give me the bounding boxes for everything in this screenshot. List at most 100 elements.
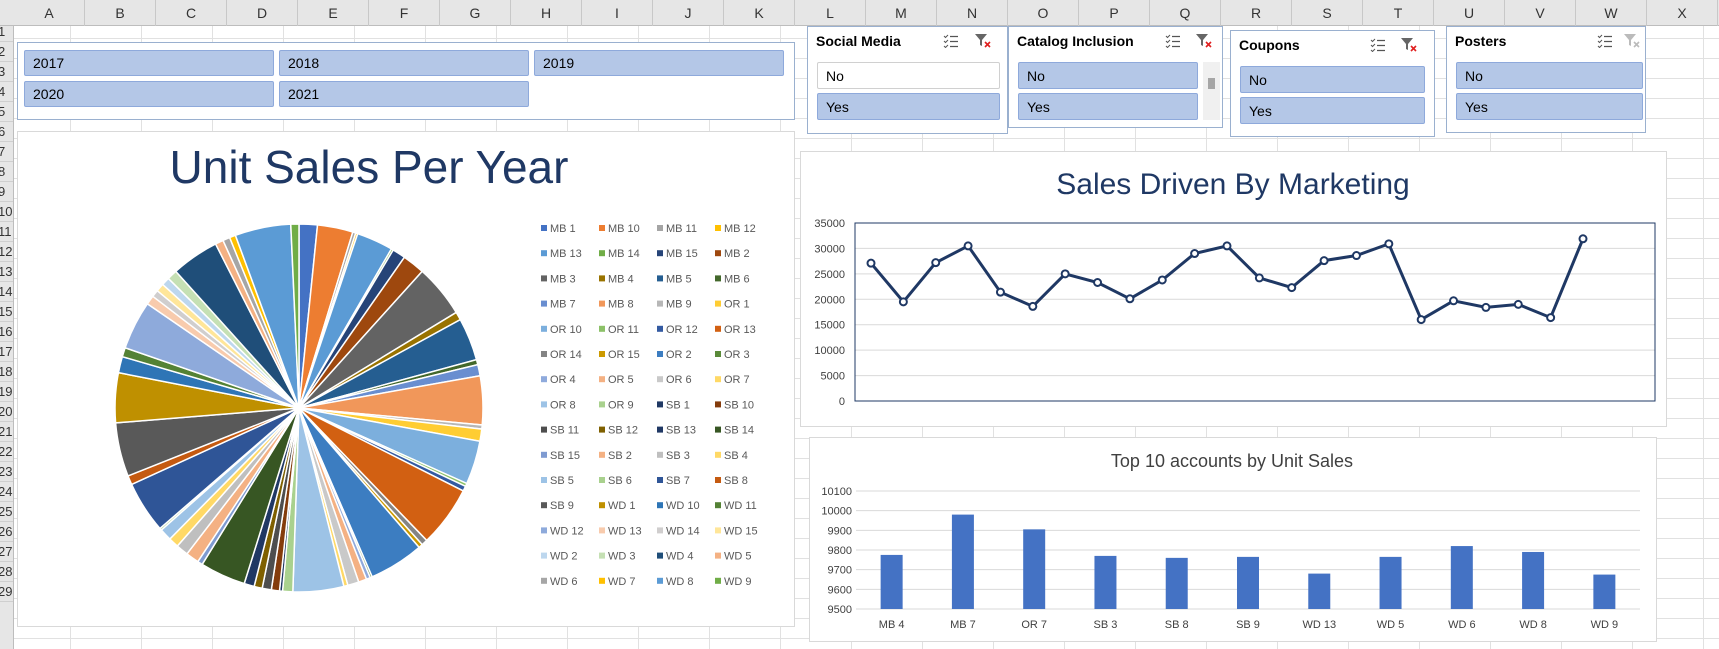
row-header[interactable]: 27 (0, 542, 13, 562)
column-header-t[interactable]: T (1363, 0, 1434, 26)
scrollbar-thumb[interactable] (1208, 78, 1215, 89)
data-point[interactable] (1384, 239, 1394, 249)
column-header-f[interactable]: F (369, 0, 440, 26)
sales-marketing-line-chart[interactable]: Sales Driven By Marketing 0 5000 10000 1500… (800, 151, 1667, 427)
data-point[interactable] (1060, 269, 1070, 279)
column-header-d[interactable]: D (227, 0, 298, 26)
clear-filter-icon[interactable] (1622, 31, 1642, 51)
data-point[interactable] (1578, 234, 1588, 244)
unit-sales-pie-chart[interactable]: Unit Sales Per Year MB 1 MB 10 MB 11 MB 12 M… (17, 131, 795, 627)
slicer-item-yes[interactable]: Yes (817, 93, 1000, 120)
row-header[interactable]: 5 (0, 102, 13, 122)
bar-sb-8[interactable] (1165, 557, 1188, 609)
data-point[interactable] (1157, 275, 1167, 285)
data-point[interactable] (1513, 299, 1523, 309)
data-point[interactable] (1416, 315, 1426, 325)
row-header[interactable]: 11 (0, 222, 13, 242)
column-header-j[interactable]: J (653, 0, 724, 26)
row-header[interactable]: 15 (0, 302, 13, 322)
slicer-scrollbar[interactable] (1203, 62, 1220, 120)
worksheet-grid[interactable]: ABCDEFGHIJKLMNOPQRSTUVWX 123456789101112… (0, 0, 1719, 649)
row-header[interactable]: 6 (0, 122, 13, 142)
row-header[interactable]: 17 (0, 342, 13, 362)
column-header-x[interactable]: X (1647, 0, 1718, 26)
row-header[interactable]: 1 (0, 26, 13, 42)
multi-select-icon[interactable] (1595, 31, 1615, 51)
slicer-item-no[interactable]: No (1240, 66, 1425, 93)
data-point[interactable] (1481, 302, 1491, 312)
year-tile-2021[interactable]: 2021 (279, 81, 529, 107)
column-header-h[interactable]: H (511, 0, 582, 26)
slicer-item-yes[interactable]: Yes (1456, 93, 1643, 120)
row-header[interactable]: 13 (0, 262, 13, 282)
data-point[interactable] (1093, 278, 1103, 288)
bar-or-7[interactable] (1023, 529, 1046, 609)
data-point[interactable] (1028, 301, 1038, 311)
bar-mb-7[interactable] (951, 514, 974, 609)
row-header[interactable]: 23 (0, 462, 13, 482)
data-point[interactable] (898, 297, 908, 307)
row-header[interactable]: 4 (0, 82, 13, 102)
data-point[interactable] (1319, 256, 1329, 266)
slicer-item-yes[interactable]: Yes (1018, 93, 1198, 120)
column-header-w[interactable]: W (1576, 0, 1647, 26)
bar-wd-6[interactable] (1450, 546, 1473, 609)
row-header[interactable]: 12 (0, 242, 13, 262)
column-header-n[interactable]: N (937, 0, 1008, 26)
bar-sb-3[interactable] (1094, 555, 1117, 609)
data-point[interactable] (1546, 313, 1556, 323)
bar-wd-8[interactable] (1522, 551, 1545, 609)
column-header-p[interactable]: P (1079, 0, 1150, 26)
column-header-i[interactable]: I (582, 0, 653, 26)
row-header[interactable]: 25 (0, 502, 13, 522)
multi-select-icon[interactable] (941, 31, 961, 51)
column-header-e[interactable]: E (298, 0, 369, 26)
top-accounts-bar-chart[interactable]: Top 10 accounts by Unit Sales 9500 9600 97… (809, 437, 1657, 642)
column-header-m[interactable]: M (866, 0, 937, 26)
row-header[interactable]: 2 (0, 42, 13, 62)
column-header-b[interactable]: B (85, 0, 156, 26)
data-point[interactable] (1125, 294, 1135, 304)
row-header[interactable]: 16 (0, 322, 13, 342)
row-header[interactable]: 14 (0, 282, 13, 302)
data-point[interactable] (931, 258, 941, 268)
bar-mb-4[interactable] (880, 554, 903, 609)
slicer-item-yes[interactable]: Yes (1240, 97, 1425, 124)
data-point[interactable] (1287, 283, 1297, 293)
data-point[interactable] (1449, 296, 1459, 306)
column-header-q[interactable]: Q (1150, 0, 1221, 26)
column-header-g[interactable]: G (440, 0, 511, 26)
row-header[interactable]: 8 (0, 162, 13, 182)
slicer-item-no[interactable]: No (817, 62, 1000, 89)
row-header[interactable]: 7 (0, 142, 13, 162)
data-point[interactable] (1351, 251, 1361, 261)
year-tile-2017[interactable]: 2017 (24, 50, 274, 76)
column-header-a[interactable]: A (14, 0, 85, 26)
column-header-l[interactable]: L (795, 0, 866, 26)
row-header[interactable]: 22 (0, 442, 13, 462)
row-header[interactable]: 29 (0, 582, 13, 602)
slicer-item-no[interactable]: No (1018, 62, 1198, 89)
data-point[interactable] (1254, 273, 1264, 283)
year-tile-2020[interactable]: 2020 (24, 81, 274, 107)
column-header-k[interactable]: K (724, 0, 795, 26)
column-header-r[interactable]: R (1221, 0, 1292, 26)
row-header[interactable]: 26 (0, 522, 13, 542)
series-line[interactable] (869, 238, 1585, 322)
data-point[interactable] (1222, 241, 1232, 251)
year-tile-2018[interactable]: 2018 (279, 50, 529, 76)
row-header[interactable]: 10 (0, 202, 13, 222)
clear-filter-icon[interactable] (973, 31, 993, 51)
bar-wd-9[interactable] (1593, 574, 1616, 609)
row-header[interactable]: 20 (0, 402, 13, 422)
column-header-v[interactable]: V (1505, 0, 1576, 26)
row-header[interactable]: 18 (0, 362, 13, 382)
row-header[interactable]: 9 (0, 182, 13, 202)
data-point[interactable] (963, 241, 973, 251)
bar-wd-13[interactable] (1308, 573, 1331, 609)
year-tile-2019[interactable]: 2019 (534, 50, 784, 76)
row-header[interactable]: 24 (0, 482, 13, 502)
clear-filter-icon[interactable] (1194, 31, 1214, 51)
column-header-s[interactable]: S (1292, 0, 1363, 26)
bar-wd-5[interactable] (1379, 556, 1402, 609)
